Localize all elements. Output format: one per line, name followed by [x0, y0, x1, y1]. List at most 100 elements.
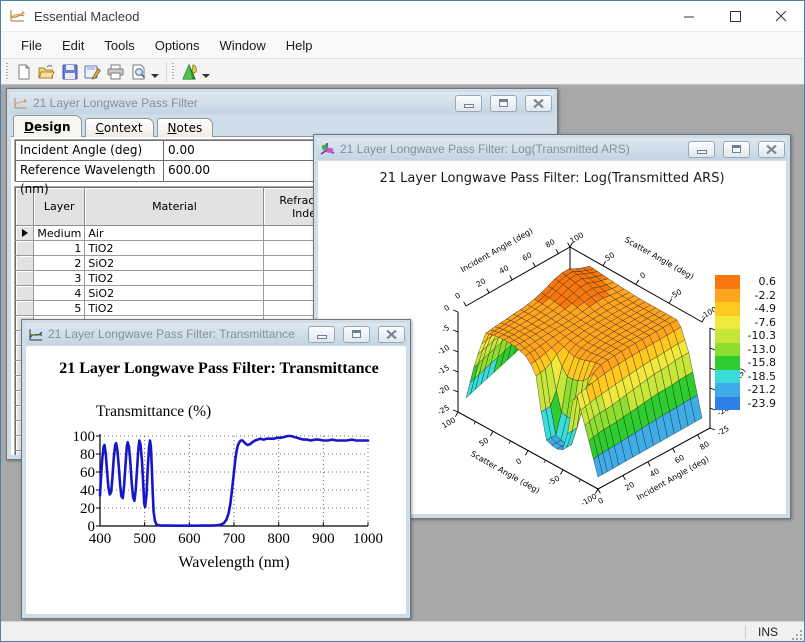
svg-text:Scatter Angle (deg): Scatter Angle (deg) [623, 235, 695, 281]
design-close-button[interactable] [525, 95, 552, 112]
svg-text:80: 80 [80, 447, 95, 463]
menu-tools[interactable]: Tools [94, 32, 144, 58]
table-row[interactable]: 4SiO21.45 [16, 286, 351, 301]
menu-options[interactable]: Options [145, 32, 210, 58]
tab-notes[interactable]: Notes [157, 118, 214, 137]
design-restore-button[interactable] [490, 95, 517, 112]
svg-text:20: 20 [623, 480, 636, 493]
toolbar [1, 58, 804, 85]
color-scale-legend: 0.6-2.2-4.9-7.6-10.3-13.0-15.8-18.5-21.2… [715, 275, 776, 410]
design-minimize-button[interactable] [455, 95, 482, 112]
legend-entry: -10.3 [715, 329, 776, 343]
svg-text:-50: -50 [668, 287, 683, 301]
svg-text:-100: -100 [579, 492, 598, 508]
toolbar-separator [166, 62, 167, 82]
plot3d-window-icon [320, 142, 335, 157]
svg-text:500: 500 [133, 531, 156, 547]
save-button[interactable] [58, 60, 81, 83]
legend-entry: -2.2 [715, 289, 776, 303]
minimize-button[interactable] [666, 1, 712, 31]
minimize-icon [317, 335, 327, 339]
transmittance-window-icon [28, 327, 43, 342]
svg-text:700: 700 [223, 531, 246, 547]
svg-text:-10: -10 [436, 343, 451, 357]
svg-text:Scatter Angle (deg): Scatter Angle (deg) [469, 449, 541, 495]
plot3d-restore-button[interactable] [723, 141, 750, 158]
menu-bar: File Edit Tools Options Window Help [1, 31, 804, 58]
main-titlebar[interactable]: Essential Macleod [1, 1, 804, 31]
menu-window[interactable]: Window [210, 32, 276, 58]
restore-icon [499, 99, 508, 107]
svg-text:40: 40 [498, 263, 511, 276]
plot3d-titlebar[interactable]: 21 Layer Longwave Pass Filter: Log(Trans… [317, 138, 787, 160]
transmittance-window-title: 21 Layer Longwave Pass Filter: Transmitt… [48, 327, 300, 341]
svg-text:100: 100 [440, 415, 457, 430]
legend-entry: -15.8 [715, 356, 776, 370]
close-icon [533, 99, 544, 108]
macleod-cone-button[interactable] [178, 60, 201, 83]
tab-design[interactable]: Design [13, 115, 82, 137]
legend-entry: -18.5 [715, 370, 776, 384]
essential-macleod-window: Essential Macleod File Edit Tools Option… [0, 0, 805, 642]
svg-text:40: 40 [648, 466, 661, 479]
save-as-icon [84, 64, 101, 80]
cone-dropdown-icon[interactable] [202, 74, 210, 78]
design-window-icon [13, 96, 28, 111]
restore-icon [352, 330, 361, 338]
trans-minimize-button[interactable] [308, 326, 335, 343]
tab-context[interactable]: Context [85, 118, 154, 137]
svg-text:40: 40 [80, 483, 95, 499]
macleod-cone-icon [181, 63, 199, 81]
print-button[interactable] [104, 60, 127, 83]
menu-file[interactable]: File [11, 32, 52, 58]
save-as-button[interactable] [81, 60, 104, 83]
table-row[interactable]: 2SiO21.45 [16, 256, 351, 271]
menu-edit[interactable]: Edit [52, 32, 94, 58]
table-row[interactable]: 1TiO22.29 [16, 241, 351, 256]
current-row-arrow [22, 229, 28, 237]
table-row[interactable]: 5TiO22.29 [16, 301, 351, 316]
svg-text:50: 50 [477, 436, 490, 449]
transmittance-window: 21 Layer Longwave Pass Filter: Transmitt… [21, 319, 411, 619]
legend-entry: -23.9 [715, 397, 776, 411]
svg-text:0: 0 [453, 291, 462, 301]
svg-text:-50: -50 [546, 474, 561, 488]
print-preview-icon [131, 64, 147, 80]
svg-text:-20: -20 [436, 383, 451, 397]
open-button[interactable] [35, 60, 58, 83]
maximize-button[interactable] [712, 1, 758, 31]
table-row[interactable]: 3TiO22.29 [16, 271, 351, 286]
svg-text:0: 0 [442, 303, 451, 313]
plot3d-minimize-button[interactable] [688, 141, 715, 158]
resize-grip[interactable] [792, 630, 802, 640]
close-icon [766, 145, 777, 154]
trans-close-button[interactable] [378, 326, 405, 343]
svg-text:0: 0 [514, 456, 523, 466]
plot3d-close-button[interactable] [758, 141, 785, 158]
close-button[interactable] [758, 1, 804, 31]
svg-text:20: 20 [474, 276, 487, 289]
new-document-button[interactable] [12, 60, 35, 83]
app-icon [9, 7, 27, 25]
transmittance-titlebar[interactable]: 21 Layer Longwave Pass Filter: Transmitt… [25, 323, 407, 345]
table-header: LayerMaterialRefractiveIndex [16, 188, 351, 226]
legend-entry: 0.6 [715, 275, 776, 289]
open-folder-icon [38, 64, 55, 80]
svg-text:80: 80 [698, 439, 711, 452]
toolbar-grip-2[interactable] [172, 63, 174, 81]
toolbar-grip[interactable] [6, 63, 8, 81]
menu-help[interactable]: Help [276, 32, 323, 58]
svg-text:0: 0 [596, 496, 605, 506]
toolbar-dropdown-icon[interactable] [151, 74, 159, 78]
svg-text:Incident Angle (deg): Incident Angle (deg) [635, 454, 710, 502]
trans-restore-button[interactable] [343, 326, 370, 343]
svg-text:Wavelength (nm): Wavelength (nm) [178, 554, 289, 571]
table-row[interactable]: MediumAir1.00 [16, 226, 351, 241]
design-window-title: 21 Layer Longwave Pass Filter [33, 96, 447, 110]
design-titlebar[interactable]: 21 Layer Longwave Pass Filter [10, 92, 554, 114]
print-preview-button[interactable] [127, 60, 150, 83]
svg-text:-25: -25 [716, 424, 731, 438]
minimize-icon [684, 11, 695, 22]
svg-text:0: 0 [88, 519, 96, 535]
svg-text:1000: 1000 [353, 531, 383, 547]
